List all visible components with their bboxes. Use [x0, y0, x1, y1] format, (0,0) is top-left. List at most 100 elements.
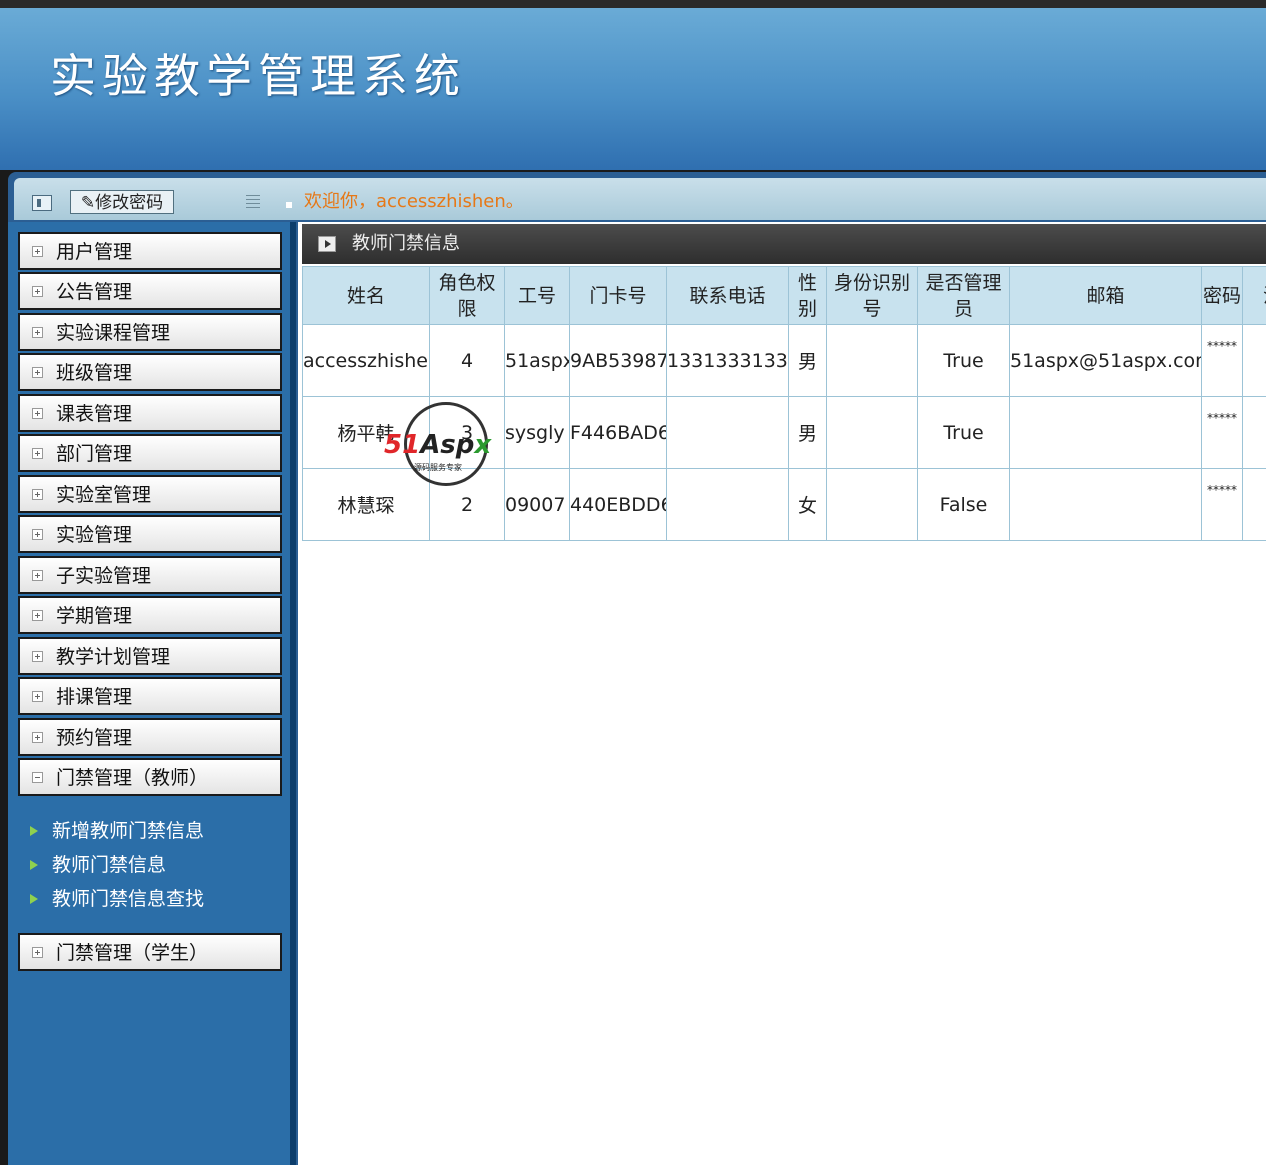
column-header: 身份识别号 [826, 266, 918, 325]
sidebar-item[interactable]: 用户管理 [18, 232, 282, 270]
expand-icon [32, 529, 43, 540]
table-cell [826, 468, 918, 541]
play-icon [318, 236, 336, 252]
layout-toggle-icon[interactable] [32, 195, 52, 211]
expand-icon [32, 651, 43, 662]
toolbar: ✎修改密码 欢迎你，accesszhishen。 [14, 178, 1266, 220]
sidebar-item[interactable]: 班级管理 [18, 353, 282, 391]
expand-icon [32, 610, 43, 621]
panel-title-bar: 教师门禁信息 [302, 224, 1266, 264]
table-cell: ***** [1201, 468, 1243, 541]
expand-icon [32, 691, 43, 702]
column-header: 性别 [788, 266, 827, 325]
table-cell: ***** [1201, 396, 1243, 469]
table-cell: 男 [788, 396, 827, 469]
sidebar-item[interactable]: 预约管理 [18, 718, 282, 756]
sidebar-item[interactable]: 实验室管理 [18, 475, 282, 513]
bullet-icon [286, 202, 292, 208]
table-cell [1242, 468, 1266, 541]
column-header: 邮箱 [1009, 266, 1202, 325]
sidebar-item[interactable]: 门禁管理（学生） [18, 933, 282, 971]
arrow-icon [30, 826, 38, 836]
collapse-icon [32, 772, 43, 783]
panel-title: 教师门禁信息 [352, 233, 460, 254]
column-header: 工号 [504, 266, 570, 325]
table-cell: 男 [788, 324, 827, 397]
app-title: 实验教学管理系统 [50, 49, 466, 103]
main-content: 教师门禁信息 姓名角色权限工号门卡号联系电话性别身份识别号是否管理员邮箱密码注 … [298, 222, 1266, 1165]
table-cell: 51aspx@51aspx.com [1009, 324, 1202, 397]
expand-icon [32, 448, 43, 459]
sidebar-item[interactable]: 部门管理 [18, 434, 282, 472]
table-cell [826, 396, 918, 469]
expand-icon [32, 327, 43, 338]
sidebar-item-label: 门禁管理（学生） [56, 942, 209, 964]
change-password-button[interactable]: ✎修改密码 [70, 190, 174, 214]
column-header: 角色权限 [429, 266, 505, 325]
expand-icon [32, 947, 43, 958]
sidebar-item[interactable]: 课表管理 [18, 394, 282, 432]
sidebar-item[interactable]: 实验管理 [18, 515, 282, 553]
sidebar-item[interactable]: 实验课程管理 [18, 313, 282, 351]
expand-icon [32, 489, 43, 500]
toolbar-separator-icon [246, 195, 260, 208]
table-cell: 440EBDD6 [569, 468, 667, 541]
sidebar-item-label: 课表管理 [56, 403, 133, 425]
table-cell: 9AB53987 [569, 324, 667, 397]
sidebar-item-label: 排课管理 [56, 686, 133, 708]
sidebar-item[interactable]: 教学计划管理 [18, 637, 282, 675]
sidebar-item-label: 公告管理 [56, 281, 133, 303]
sidebar-item-label: 实验课程管理 [56, 322, 171, 344]
table-header-row: 姓名角色权限工号门卡号联系电话性别身份识别号是否管理员邮箱密码注 [302, 266, 1266, 325]
table-cell: 4 [429, 324, 505, 397]
table-cell: ***** [1201, 324, 1243, 397]
table-cell [666, 468, 789, 541]
watermark-logo: 51Aspx 源码服务专家 [384, 402, 514, 492]
app-header: 实验教学管理系统 [0, 8, 1266, 170]
table-cell: 13313331333 [666, 324, 789, 397]
table-cell [666, 396, 789, 469]
sidebar-item[interactable]: 学期管理 [18, 596, 282, 634]
sidebar-item-label: 学期管理 [56, 605, 133, 627]
table-cell [826, 324, 918, 397]
table-cell [1242, 396, 1266, 469]
column-header: 姓名 [302, 266, 430, 325]
key-icon: ✎ [80, 193, 96, 213]
table-cell: accesszhishen [302, 324, 430, 397]
table-row[interactable]: accesszhishen 4 51aspx 9AB53987 13313331333 男… [302, 324, 1266, 397]
sidebar-item-label: 实验室管理 [56, 484, 152, 506]
arrow-icon [30, 894, 38, 904]
sidebar-item-label: 子实验管理 [56, 565, 152, 587]
sidebar-item[interactable]: 公告管理 [18, 272, 282, 310]
expand-icon [32, 367, 43, 378]
column-header: 联系电话 [666, 266, 789, 325]
table-cell: 女 [788, 468, 827, 541]
table-cell [1009, 396, 1202, 469]
expand-icon [32, 570, 43, 581]
table-cell: True [917, 324, 1010, 397]
column-header: 是否管理员 [917, 266, 1010, 325]
sidebar-item-label: 班级管理 [56, 362, 133, 384]
sidebar-subitem-label: 新增教师门禁信息 [52, 820, 205, 842]
column-header: 注 [1242, 266, 1266, 325]
sidebar: 用户管理公告管理实验课程管理 班级管理课表管理部门管理实验室管理实验管理子实验管理… [8, 222, 296, 1165]
sidebar-item[interactable]: 子实验管理 [18, 556, 282, 594]
sidebar-item-label: 门禁管理（教师） [56, 767, 209, 789]
welcome-message: 欢迎你，accesszhishen。 [304, 191, 524, 212]
table-cell: 51aspx [504, 324, 570, 397]
table-cell [1009, 468, 1202, 541]
expand-icon [32, 286, 43, 297]
column-header: 密码 [1201, 266, 1243, 325]
arrow-icon [30, 860, 38, 870]
table-cell: F446BAD6 [569, 396, 667, 469]
column-header: 门卡号 [569, 266, 667, 325]
sidebar-item[interactable]: 排课管理 [18, 677, 282, 715]
table-cell: True [917, 396, 1010, 469]
table-cell: 09007 [504, 468, 570, 541]
sidebar-item-label: 实验管理 [56, 524, 133, 546]
sidebar-item[interactable]: 门禁管理（教师） [18, 758, 282, 796]
table-cell [1242, 324, 1266, 397]
sidebar-subitem-label: 教师门禁信息查找 [52, 888, 205, 910]
expand-icon [32, 732, 43, 743]
sidebar-item-label: 预约管理 [56, 727, 133, 749]
